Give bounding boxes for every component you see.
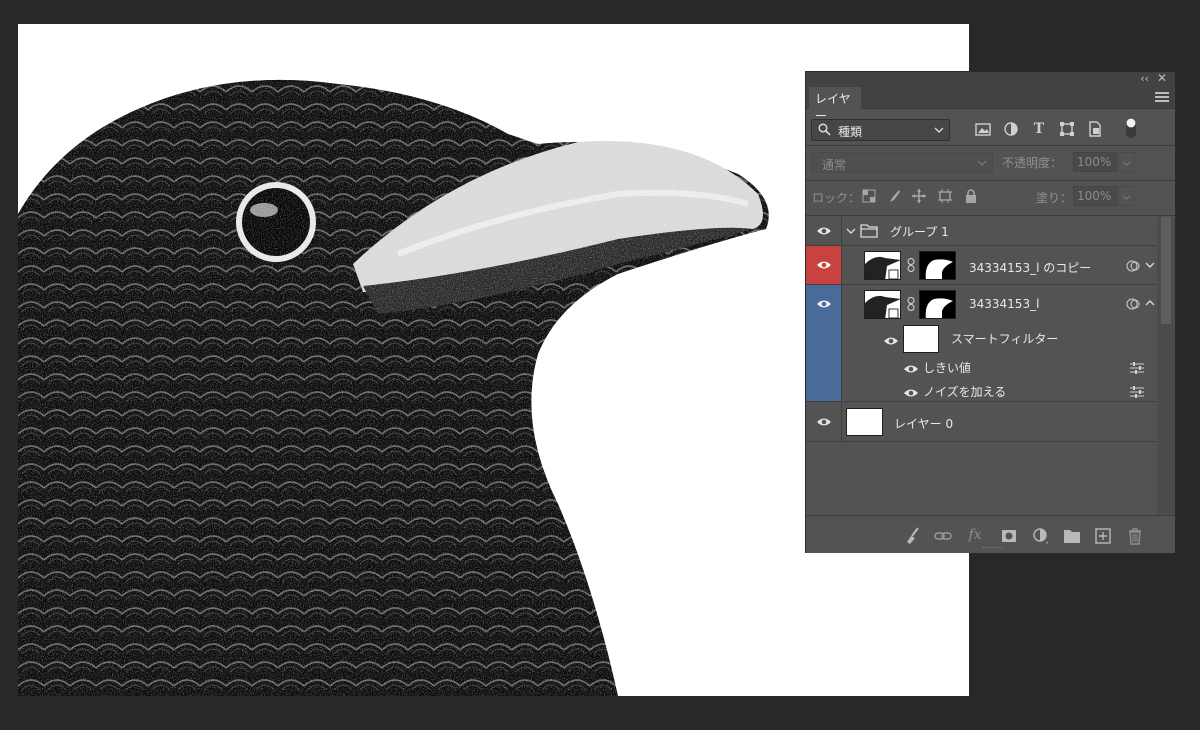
separator (806, 145, 1175, 146)
search-icon (818, 123, 831, 136)
panel-title-bar: ‹‹ ✕ (806, 71, 1175, 87)
layer-name: 34334153_l のコピー (969, 261, 1092, 275)
layer-name: 34334153_l (969, 297, 1040, 311)
layer-kind-label: 種類 (838, 125, 863, 139)
chevron-down-icon (977, 160, 987, 166)
layer-row-group[interactable]: グループ 1 (806, 216, 1156, 246)
lock-image-pixels-icon[interactable] (886, 188, 902, 204)
image-filter-icon[interactable] (974, 120, 992, 138)
chevron-down-icon[interactable] (1145, 260, 1155, 270)
opacity-input[interactable]: 100% (1073, 152, 1117, 172)
type-filter-icon[interactable]: T (1030, 120, 1048, 138)
smart-filter-label: スマートフィルター (951, 332, 1059, 346)
chevron-down-icon[interactable] (846, 226, 856, 236)
eye-icon[interactable] (883, 336, 899, 346)
smart-object-filter-icon[interactable] (1086, 120, 1104, 138)
adjustment-filter-icon[interactable] (1002, 120, 1020, 138)
adjustment-layer-icon[interactable] (1032, 527, 1050, 545)
filter-blending-options-icon[interactable] (1129, 361, 1145, 375)
blend-mode-select[interactable]: 通常 (811, 152, 993, 173)
panel-tab-row: レイヤー (806, 87, 1175, 123)
trash-icon[interactable] (1126, 527, 1144, 545)
layers-bottom-toolbar: fx (806, 515, 1175, 553)
layer-row-smart-copy[interactable]: 34334153_l のコピー (806, 246, 1156, 285)
lock-label: ロック： (812, 191, 861, 205)
layer-mask-thumbnail[interactable] (919, 251, 956, 280)
link-icon[interactable] (907, 297, 915, 311)
layers-scrollbar[interactable] (1157, 217, 1175, 514)
link-layers-icon[interactable] (934, 527, 952, 545)
panel-resize-grip[interactable] (982, 547, 1004, 550)
eye-icon[interactable] (903, 388, 919, 398)
blend-mode-value: 通常 (822, 158, 847, 172)
layer-thumbnail (864, 251, 901, 280)
folder-icon (860, 224, 878, 238)
link-icon[interactable] (907, 258, 915, 272)
fill-input[interactable]: 100% (1073, 186, 1117, 206)
layer-kind-filter-select[interactable]: 種類 (811, 119, 950, 141)
eye-icon[interactable] (903, 364, 919, 374)
layers-panel: ‹‹ ✕ レイヤー 種類 T 通常 不透明度： 100% ロック： 塗り： 10… (805, 71, 1176, 553)
smart-filter-mask-thumbnail[interactable] (903, 325, 939, 353)
shape-filter-icon[interactable] (1058, 120, 1076, 138)
layer-name: グループ 1 (890, 225, 949, 239)
eye-icon[interactable] (816, 299, 832, 309)
lock-all-icon[interactable] (963, 188, 979, 204)
layer-mask-thumbnail[interactable] (919, 290, 956, 319)
layer-thumbnail (864, 290, 901, 319)
brush-cleanup-icon[interactable] (904, 527, 922, 545)
new-group-icon[interactable] (1063, 527, 1081, 545)
layer-row-base[interactable]: レイヤー 0 (806, 402, 1156, 442)
visibility-cell (806, 216, 842, 245)
scrollbar-thumb[interactable] (1161, 217, 1171, 324)
opacity-slider-chevron-icon[interactable] (1118, 152, 1135, 172)
layer-thumbnail (846, 408, 883, 436)
visibility-cell (806, 402, 842, 441)
eye-icon[interactable] (816, 260, 832, 270)
lock-position-icon[interactable] (911, 188, 927, 204)
visibility-cell (806, 246, 842, 284)
new-layer-icon[interactable] (1094, 527, 1112, 545)
layer-row-smart[interactable]: 34334153_l スマートフィルター しきい値 ノイズを加える (806, 285, 1156, 402)
chevron-up-icon[interactable] (1145, 298, 1155, 308)
lock-artboard-icon[interactable] (937, 188, 953, 204)
smart-object-icon (1126, 260, 1140, 272)
fx-icon[interactable]: fx (966, 527, 984, 545)
layer-name: レイヤー 0 (894, 417, 954, 431)
tab-layers[interactable]: レイヤー (809, 87, 861, 123)
collapse-panel-button[interactable]: ‹‹ (1140, 72, 1149, 85)
smart-object-icon (1126, 298, 1140, 310)
panel-menu-icon[interactable] (1155, 92, 1169, 104)
filter-name[interactable]: しきい値 (923, 359, 971, 376)
eye-icon[interactable] (816, 226, 832, 236)
filter-blending-options-icon[interactable] (1129, 385, 1145, 399)
lock-transparent-pixels-icon[interactable] (861, 188, 877, 204)
close-panel-button[interactable]: ✕ (1157, 71, 1167, 85)
separator (806, 180, 1175, 181)
fill-label: 塗り： (1036, 191, 1073, 205)
eye-icon[interactable] (816, 417, 832, 427)
opacity-label: 不透明度： (1002, 156, 1063, 170)
fill-slider-chevron-icon[interactable] (1118, 186, 1135, 206)
filter-toggle-switch[interactable] (1125, 117, 1137, 139)
add-mask-icon[interactable] (1000, 527, 1018, 545)
visibility-cell (806, 285, 842, 401)
filter-name[interactable]: ノイズを加える (923, 383, 1006, 400)
chevron-down-icon (934, 127, 944, 133)
